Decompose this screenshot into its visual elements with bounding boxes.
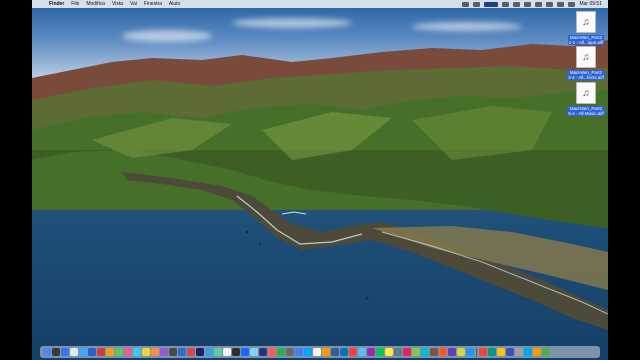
- dock-app-icon[interactable]: [61, 348, 69, 356]
- dock-app-icon[interactable]: [488, 348, 496, 356]
- dock-app-icon[interactable]: [160, 348, 168, 356]
- dock-app-icon[interactable]: [466, 348, 474, 356]
- audio-file-icon: ♫: [576, 82, 596, 104]
- dock-app-icon[interactable]: [187, 348, 195, 356]
- dock-app-icon[interactable]: [286, 348, 294, 356]
- dock-app-icon[interactable]: [515, 348, 523, 356]
- dock-app-icon[interactable]: [421, 348, 429, 356]
- menu-bar: Finder File Modifica Vista Vai Finestra …: [32, 0, 608, 8]
- dock-app-icon[interactable]: [349, 348, 357, 356]
- dock-app-icon[interactable]: [313, 348, 321, 356]
- menu-modifica[interactable]: Modifica: [86, 0, 105, 8]
- dock-app-icon[interactable]: [331, 348, 339, 356]
- menu-vista[interactable]: Vista: [112, 0, 123, 8]
- dock-app-icon[interactable]: [115, 348, 123, 356]
- dock-app-icon[interactable]: [88, 348, 96, 356]
- status-icon[interactable]: [524, 1, 532, 7]
- dock-app-icon[interactable]: [223, 348, 231, 356]
- apple-icon[interactable]: [38, 1, 44, 7]
- recording-indicator-icon[interactable]: [484, 1, 499, 7]
- dock-app-icon[interactable]: [196, 348, 204, 356]
- audio-file-icon: ♫: [576, 46, 596, 68]
- status-icon[interactable]: [513, 1, 521, 7]
- dock-app-icon[interactable]: [448, 348, 456, 356]
- dock-app-icon[interactable]: [412, 348, 420, 356]
- dock-app-icon[interactable]: [524, 348, 532, 356]
- menu-vai[interactable]: Vai: [130, 0, 137, 8]
- dock-app-icon[interactable]: [97, 348, 105, 356]
- dock-app-icon[interactable]: [367, 348, 375, 356]
- dock-app-icon[interactable]: [497, 348, 505, 356]
- menu-app-finder[interactable]: Finder: [49, 0, 64, 8]
- file-label: Mad-Men_Part2 1-1 - All...ique.aiff: [567, 35, 605, 45]
- dock-app-icon[interactable]: [151, 348, 159, 356]
- dock-app-icon[interactable]: [106, 348, 114, 356]
- dock-app-icon[interactable]: [268, 348, 276, 356]
- dock-app-icon[interactable]: [542, 348, 550, 356]
- menu-file[interactable]: File: [71, 0, 79, 8]
- dock-app-icon[interactable]: [70, 348, 78, 356]
- status-icon[interactable]: [502, 1, 510, 7]
- dock-app-icon[interactable]: [304, 348, 312, 356]
- dock-app-icon[interactable]: [358, 348, 366, 356]
- menu-finestra[interactable]: Finestra: [144, 0, 162, 8]
- status-icon[interactable]: [473, 1, 481, 7]
- desktop-file[interactable]: ♫ Mad-Men_Part2 5-4 - All Music.aiff: [564, 82, 608, 116]
- audio-file-icon: ♫: [576, 11, 596, 33]
- desktop-file[interactable]: ♫ Mad-Men_Part2 1-1 - All...ique.aiff: [564, 11, 608, 45]
- menu-clock[interactable]: Mar 09:51: [579, 0, 602, 8]
- dock-app-icon[interactable]: [295, 348, 303, 356]
- wallpaper-big-sur-coast: [32, 40, 608, 330]
- file-label: Mad-Men_Part2 5-4 - All Music.aiff: [567, 106, 605, 116]
- dock-app-icon[interactable]: [259, 348, 267, 356]
- dock-separator: [476, 347, 477, 357]
- file-label-line2: 1-1 - All...ique.aiff: [568, 40, 604, 45]
- dock-app-icon[interactable]: [214, 348, 222, 356]
- dock-app-icon[interactable]: [479, 348, 487, 356]
- dock-app-icon[interactable]: [322, 348, 330, 356]
- dock-app-icon[interactable]: [79, 348, 87, 356]
- menu-aiuto[interactable]: Aiuto: [169, 0, 180, 8]
- dock-app-icon[interactable]: [52, 348, 60, 356]
- desktop-file[interactable]: ♫ Mad-Men_Part2 3-4 - All...fects.aiff: [564, 46, 608, 80]
- file-label-line2: 3-4 - All...fects.aiff: [568, 75, 604, 80]
- dock-app-icon[interactable]: [376, 348, 384, 356]
- wifi-icon[interactable]: [546, 1, 554, 7]
- dock-app-icon[interactable]: [241, 348, 249, 356]
- dock-app-icon[interactable]: [340, 348, 348, 356]
- dock-app-icon[interactable]: [385, 348, 393, 356]
- dock-app-icon[interactable]: [169, 348, 177, 356]
- dock-app-icon[interactable]: [430, 348, 438, 356]
- dock-app-icon[interactable]: [178, 348, 186, 356]
- dock-app-icon[interactable]: [403, 348, 411, 356]
- search-icon[interactable]: [557, 1, 565, 7]
- dock-app-icon[interactable]: [439, 348, 447, 356]
- dock-app-icon[interactable]: [533, 348, 541, 356]
- dock-app-icon[interactable]: [43, 348, 51, 356]
- battery-icon[interactable]: [535, 1, 543, 7]
- file-label: Mad-Men_Part2 3-4 - All...fects.aiff: [567, 70, 605, 80]
- dock-app-icon[interactable]: [133, 348, 141, 356]
- dock-app-icon[interactable]: [457, 348, 465, 356]
- dock-app-icon[interactable]: [124, 348, 132, 356]
- control-center-icon[interactable]: [568, 1, 576, 7]
- dock-app-icon[interactable]: [205, 348, 213, 356]
- dock: [40, 346, 600, 358]
- dock-app-icon[interactable]: [142, 348, 150, 356]
- dock-app-icon[interactable]: [250, 348, 258, 356]
- dock-app-icon[interactable]: [506, 348, 514, 356]
- file-label-line2: 5-4 - All Music.aiff: [568, 111, 604, 116]
- dock-app-icon[interactable]: [277, 348, 285, 356]
- dock-app-icon[interactable]: [232, 348, 240, 356]
- desktop-screen: Finder File Modifica Vista Vai Finestra …: [32, 0, 608, 360]
- dock-app-icon[interactable]: [394, 348, 402, 356]
- status-icon[interactable]: [462, 1, 470, 7]
